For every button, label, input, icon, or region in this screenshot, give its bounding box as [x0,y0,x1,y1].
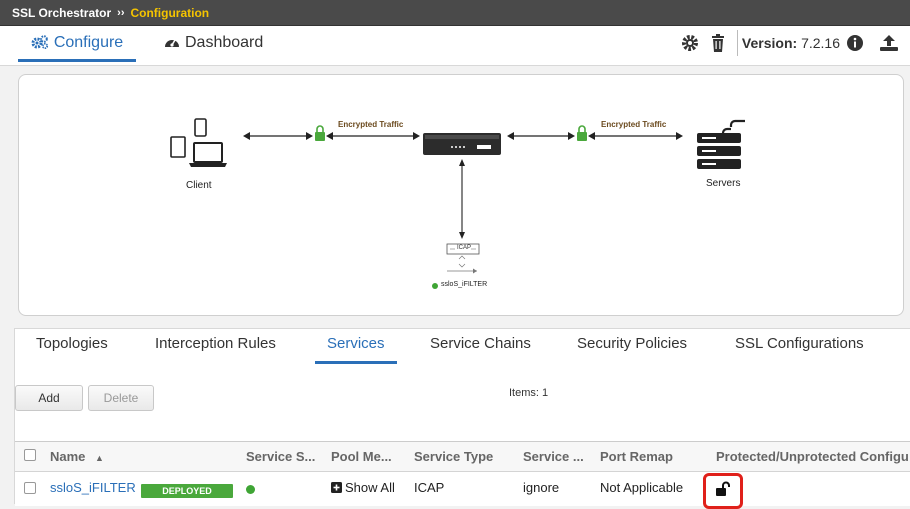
tab-configure-label: Configure [53,34,124,51]
service-node-label[interactable]: ssloS_iFILTER [441,281,487,288]
lock-icon-right [577,125,587,141]
delete-button[interactable]: Delete [88,385,154,411]
service-name-link[interactable]: ssloS_iFILTER [50,480,136,495]
status-dot [246,485,255,494]
column-pool-members[interactable]: Pool Me... [331,449,392,464]
lock-icon-left [315,125,325,141]
encrypted-traffic-label-left: Encrypted Traffic [338,120,404,129]
cogs-icon [31,34,49,52]
column-port-remap[interactable]: Port Remap [600,449,673,464]
version-value: 7.2.16 [801,35,840,51]
services-table: Name ▲ Service S... Pool Me... Service T… [15,441,910,509]
port-remap-value: Not Applicable [600,480,684,495]
icap-box-label: ICAP [457,245,472,251]
column-name-label: Name [50,449,86,464]
services-panel: Topologies Interception Rules Services S… [14,328,910,509]
add-button[interactable]: Add [15,385,83,411]
tab-service-chains[interactable]: Service Chains [430,334,531,364]
tab-interception-rules[interactable]: Interception Rules [155,334,276,364]
plus-square-icon [331,481,342,496]
items-count: Items: 1 [509,387,549,399]
toolbar-divider [736,30,738,56]
pool-members-show-all[interactable]: Show All [331,480,395,496]
breadcrumb: SSL Orchestrator ›› Configuration [0,0,910,26]
tab-topologies[interactable]: Topologies [36,334,108,364]
table-header: Name ▲ Service S... Pool Me... Service T… [15,442,910,472]
topology-diagram: Client Servers Encrypted Traffic Encrypt… [18,74,904,316]
service-type-value: ICAP [414,480,445,495]
tab-dashboard[interactable]: Dashboard [164,26,263,60]
breadcrumb-separator: ›› [117,6,125,19]
version-label: Version: [741,35,798,51]
unlocked-icon[interactable] [715,481,731,502]
tab-dashboard-label: Dashboard [185,34,264,51]
column-service-action[interactable]: Service ... [523,449,584,464]
column-protected[interactable]: Protected/Unprotected Configu [716,449,909,464]
appliance-icon [423,133,501,155]
tab-configure[interactable]: Configure [18,26,136,62]
config-subtabs: Topologies Interception Rules Services S… [15,329,910,367]
breadcrumb-current: Configuration [130,5,210,20]
client-label: Client [186,180,212,191]
row-checkbox[interactable] [24,482,36,494]
main-nav: Configure Dashboard Version: 7.2.16 [0,26,910,66]
show-all-label: Show All [345,480,395,495]
column-service-status[interactable]: Service S... [246,449,315,464]
client-devices-icon [170,118,227,167]
servers-label: Servers [706,178,741,189]
info-circle-icon[interactable] [844,32,866,54]
upload-icon[interactable] [878,32,900,54]
dashboard-gauge-icon [164,35,180,52]
service-action-value: ignore [523,480,560,495]
gear-icon[interactable] [679,32,701,54]
tab-security-policies[interactable]: Security Policies [577,334,687,364]
select-all-checkbox[interactable] [24,449,36,461]
encrypted-traffic-label-right: Encrypted Traffic [601,120,667,129]
column-service-type[interactable]: Service Type [414,449,493,464]
tab-ssl-configurations[interactable]: SSL Configurations [735,334,864,364]
sort-ascending-icon: ▲ [95,453,104,463]
table-row[interactable]: ssloS_iFILTER DEPLOYED Show All ICAP ign… [15,473,910,509]
trash-icon[interactable] [707,32,729,54]
servers-icon [697,119,745,169]
breadcrumb-root[interactable]: SSL Orchestrator [12,6,111,20]
toolbar: Version: 7.2.16 [679,26,910,60]
tab-services[interactable]: Services [315,334,396,364]
column-name[interactable]: Name ▲ [50,449,104,464]
deployed-badge: DEPLOYED [141,484,233,498]
version-display: Version: 7.2.16 [742,35,840,51]
